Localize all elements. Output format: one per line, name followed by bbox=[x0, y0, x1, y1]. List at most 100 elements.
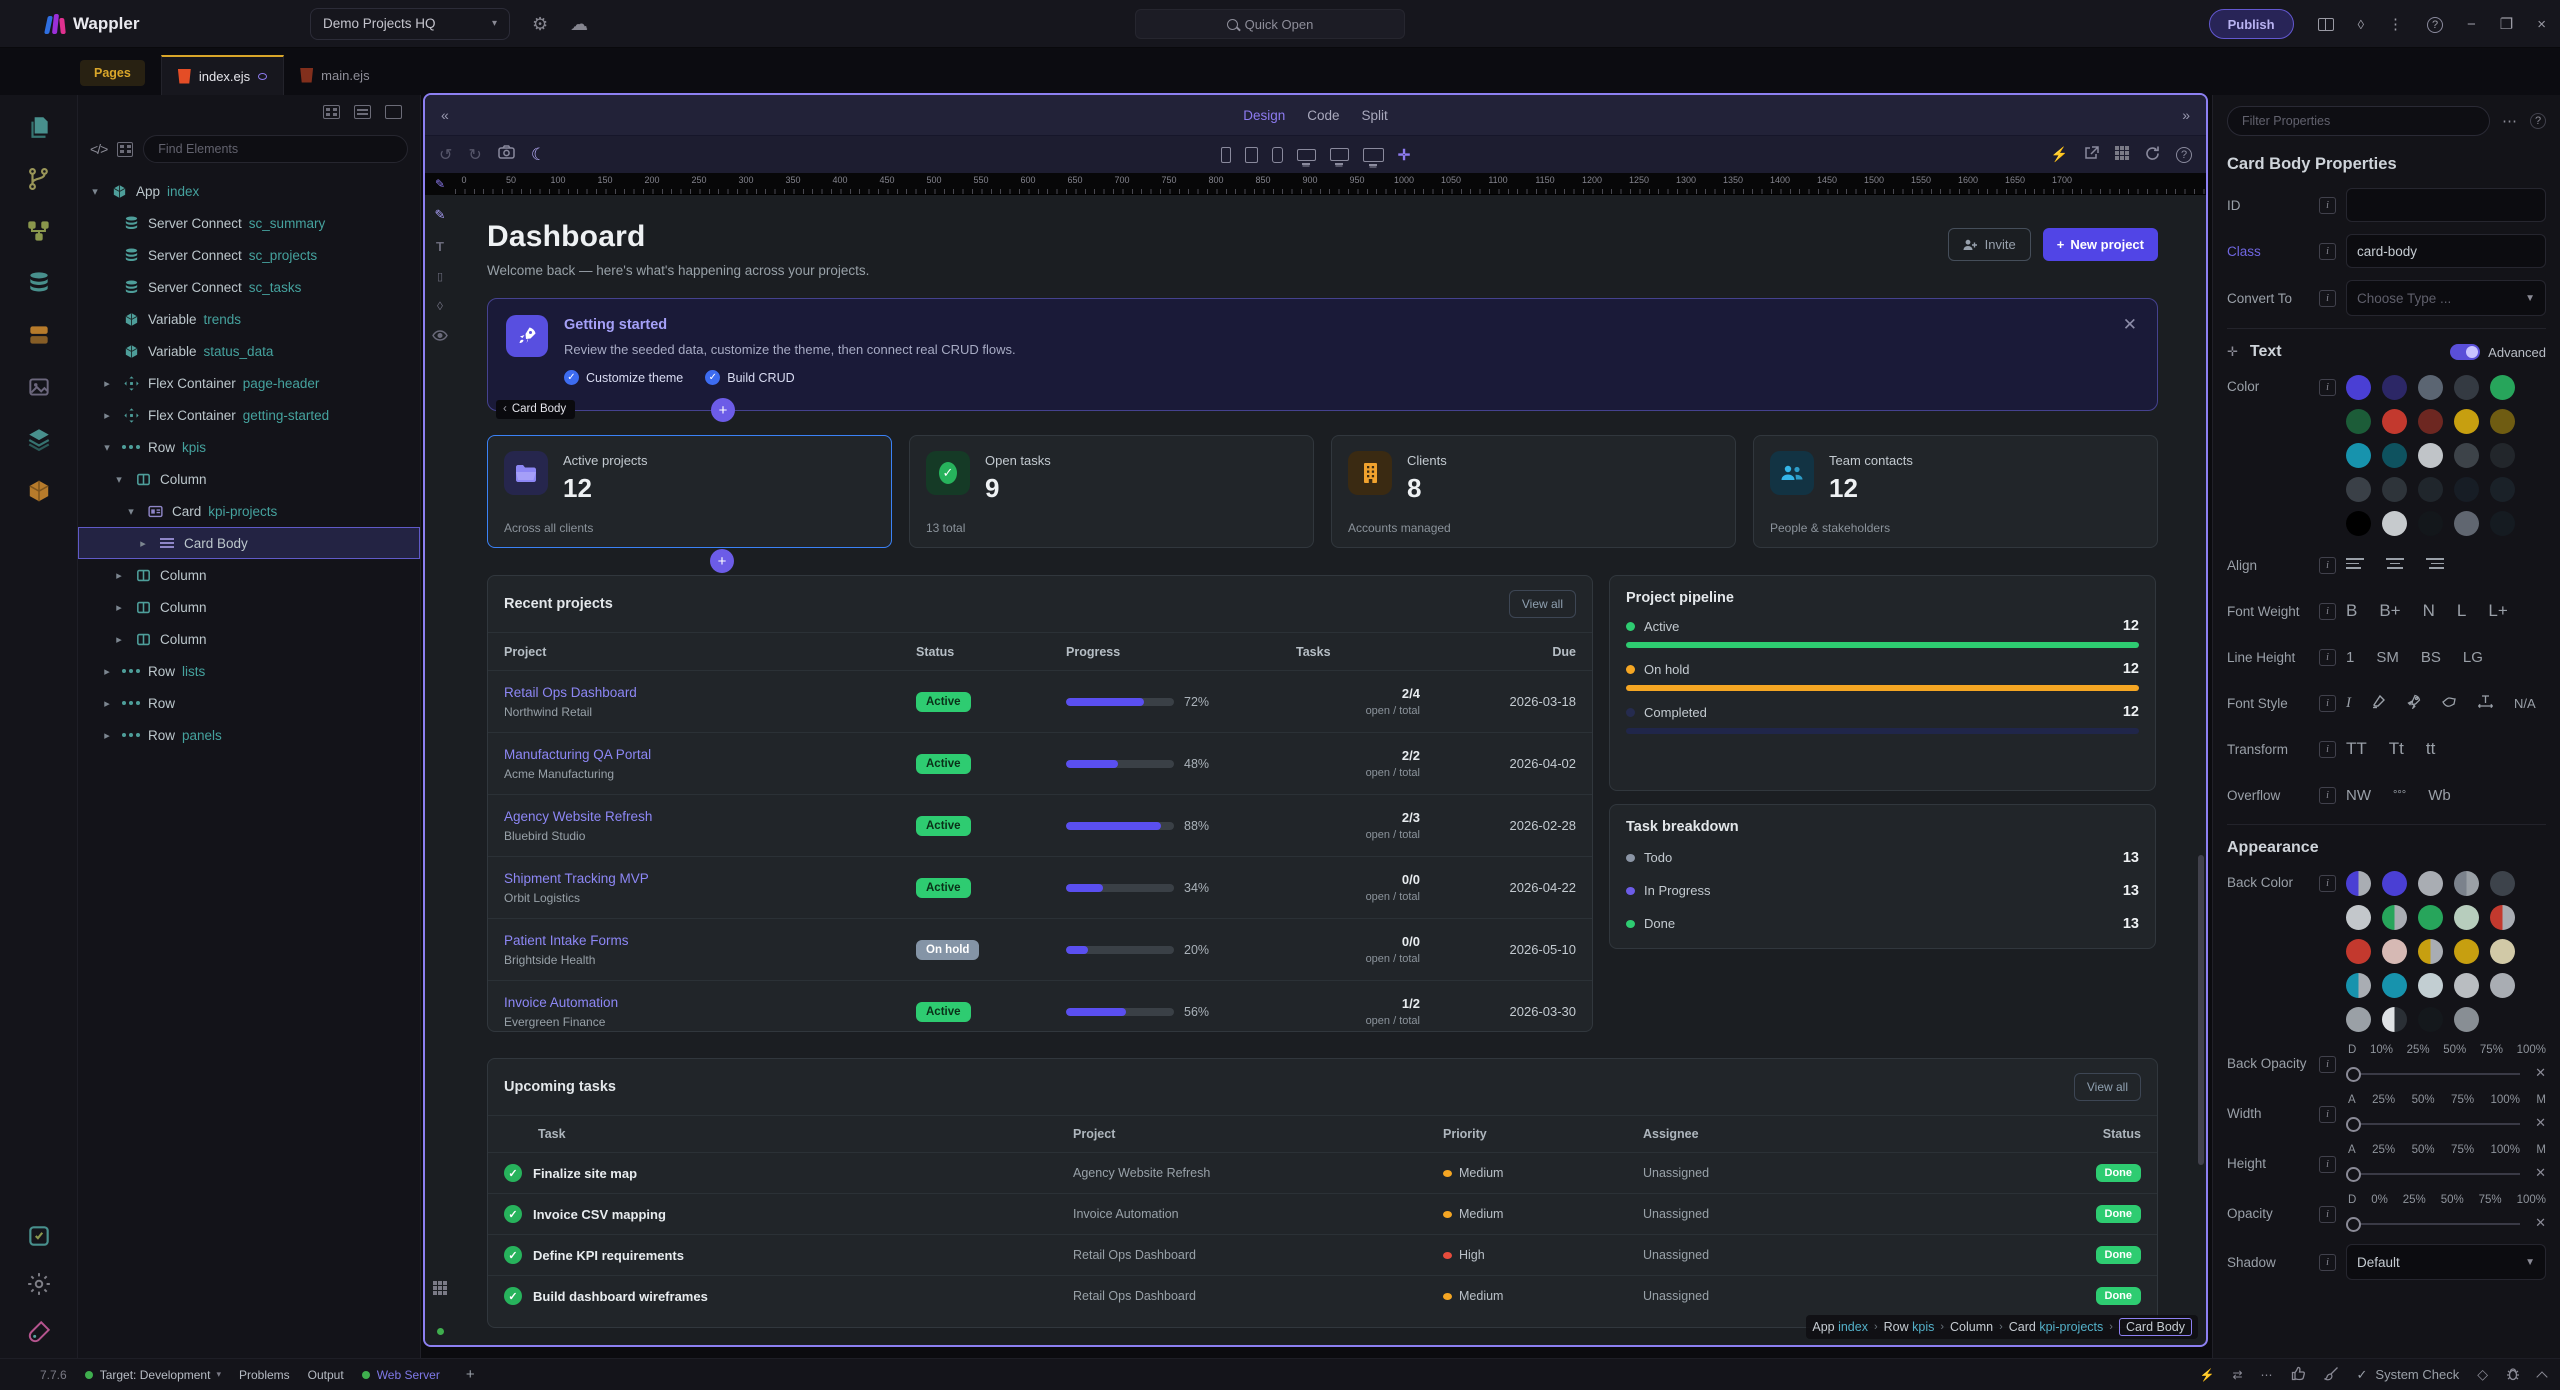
back-color-swatch[interactable] bbox=[2418, 871, 2443, 896]
tree-item-column[interactable]: ▾Column bbox=[78, 463, 420, 495]
tree-item-row-panels[interactable]: ▸Rowpanels bbox=[78, 719, 420, 751]
problems-button[interactable]: Problems bbox=[239, 1368, 290, 1382]
tree-item-column[interactable]: ▸Column bbox=[78, 623, 420, 655]
cloud-sync-icon[interactable]: ☁ bbox=[570, 15, 588, 33]
back-color-swatch[interactable] bbox=[2346, 871, 2371, 896]
slider-knob[interactable] bbox=[2346, 1117, 2361, 1132]
expand-arrow-icon[interactable]: ▸ bbox=[100, 377, 114, 390]
theme-droplet-icon[interactable]: ◊ bbox=[2358, 17, 2364, 32]
expand-arrow-icon[interactable]: ▸ bbox=[112, 633, 126, 646]
new-project-button[interactable]: +New project bbox=[2043, 228, 2158, 261]
color-swatch[interactable] bbox=[2382, 443, 2407, 468]
panel-menu-icon[interactable]: ⋯ bbox=[2502, 112, 2518, 130]
align-right-icon[interactable] bbox=[2426, 558, 2444, 572]
back-color-swatch[interactable] bbox=[2454, 871, 2479, 896]
server-icon[interactable] bbox=[25, 321, 53, 349]
ruler-edit-icon[interactable]: ✎ bbox=[425, 173, 455, 195]
overflow-option-nw[interactable]: NW bbox=[2346, 787, 2371, 804]
pages-icon[interactable] bbox=[25, 113, 53, 141]
hand-icon[interactable] bbox=[2441, 694, 2457, 712]
tree-item-card-body[interactable]: ▸Card Body bbox=[78, 527, 420, 559]
tree-item-flex-container-page-header[interactable]: ▸Flex Containerpage-header bbox=[78, 367, 420, 399]
back-color-swatch[interactable] bbox=[2454, 973, 2479, 998]
thumbs-up-icon[interactable] bbox=[2291, 1366, 2306, 1384]
project-link[interactable]: Patient Intake Forms bbox=[504, 933, 916, 948]
back-color-swatch[interactable] bbox=[2346, 1007, 2371, 1032]
publish-button[interactable]: Publish bbox=[2209, 9, 2294, 39]
rocket-style-icon[interactable] bbox=[2406, 694, 2421, 713]
kpi-card-open-tasks[interactable]: ✓Open tasks913 total bbox=[909, 435, 1314, 548]
kpi-card-clients[interactable]: Clients8Accounts managed bbox=[1331, 435, 1736, 548]
slider-mark[interactable]: 100% bbox=[2517, 1194, 2546, 1206]
font-weight-option-l[interactable]: L bbox=[2457, 601, 2466, 620]
recent-view-all-button[interactable]: View all bbox=[1509, 590, 1576, 618]
drag-handle-icon[interactable]: ✛ bbox=[2227, 344, 2238, 360]
upcoming-view-all-button[interactable]: View all bbox=[2074, 1073, 2141, 1101]
chevron-up-icon[interactable] bbox=[2536, 1371, 2547, 1382]
invite-button[interactable]: Invite bbox=[1948, 228, 2031, 261]
expand-arrow-icon[interactable]: ▸ bbox=[100, 729, 114, 742]
slider-mark[interactable]: D bbox=[2348, 1194, 2356, 1206]
expand-arrow-icon[interactable]: ▸ bbox=[112, 601, 126, 614]
slider-mark[interactable]: 100% bbox=[2491, 1144, 2520, 1156]
breadcrumb-card-kpi-projects[interactable]: Card kpi-projects bbox=[2009, 1320, 2103, 1334]
shadow-select[interactable]: Default▼ bbox=[2346, 1244, 2546, 1280]
back-color-swatch[interactable] bbox=[2454, 939, 2479, 964]
components-icon[interactable] bbox=[117, 142, 133, 157]
snippets-icon[interactable] bbox=[25, 1222, 53, 1250]
convert-to-select[interactable]: Choose Type ...▼ bbox=[2346, 280, 2546, 316]
color-swatch[interactable] bbox=[2418, 511, 2443, 536]
back-color-swatch[interactable] bbox=[2454, 1007, 2479, 1032]
color-swatch[interactable] bbox=[2490, 511, 2515, 536]
measure-tool-icon[interactable]: ▯ bbox=[437, 270, 443, 283]
quick-open-button[interactable]: Quick Open bbox=[1135, 9, 1405, 39]
color-swatch[interactable] bbox=[2454, 477, 2479, 502]
text-width-icon[interactable] bbox=[2477, 695, 2494, 712]
tree-item-app-index[interactable]: ▾Appindex bbox=[78, 175, 420, 207]
expand-arrow-icon[interactable]: ▸ bbox=[100, 697, 114, 710]
output-button[interactable]: Output bbox=[308, 1368, 344, 1382]
tree-item-row[interactable]: ▸Row bbox=[78, 687, 420, 719]
color-swatch[interactable] bbox=[2346, 477, 2371, 502]
gear-icon[interactable]: ⚙ bbox=[532, 15, 548, 33]
transform-option-tt[interactable]: tt bbox=[2426, 739, 2435, 758]
line-height-option-bs[interactable]: BS bbox=[2421, 649, 2441, 666]
color-swatch[interactable] bbox=[2490, 477, 2515, 502]
class-input[interactable] bbox=[2346, 234, 2546, 268]
back-color-swatch[interactable] bbox=[2382, 1007, 2407, 1032]
color-swatch[interactable] bbox=[2454, 409, 2479, 434]
file-tab-main-ejs[interactable]: main.ejs bbox=[284, 55, 385, 95]
back-color-swatch[interactable] bbox=[2490, 905, 2515, 930]
device-monitor-icon[interactable] bbox=[1363, 148, 1384, 162]
view-mode-design[interactable]: Design bbox=[1243, 108, 1285, 123]
responsive-resize-icon[interactable]: ✛ bbox=[1398, 146, 1411, 164]
slider-mark[interactable]: 25% bbox=[2372, 1144, 2395, 1156]
slider-mark[interactable]: 75% bbox=[2480, 1044, 2503, 1056]
view-mode-split[interactable]: Split bbox=[1362, 108, 1388, 123]
color-swatch[interactable] bbox=[2454, 443, 2479, 468]
slider-clear-icon[interactable]: ✕ bbox=[2535, 1215, 2546, 1231]
back-color-swatch[interactable] bbox=[2418, 939, 2443, 964]
window-close-button[interactable]: × bbox=[2537, 16, 2546, 33]
align-center-icon[interactable] bbox=[2386, 558, 2404, 572]
transform-option-tt[interactable]: TT bbox=[2346, 739, 2367, 758]
back-color-swatch[interactable] bbox=[2382, 939, 2407, 964]
web-server-button[interactable]: Web Server bbox=[362, 1368, 440, 1382]
add-panel-icon[interactable]: + bbox=[466, 1366, 475, 1383]
breadcrumb-column[interactable]: Column bbox=[1950, 1320, 1993, 1334]
tree-view-icon[interactable] bbox=[385, 105, 402, 119]
kebab-menu-icon[interactable]: ⋮ bbox=[2388, 15, 2403, 33]
color-swatch[interactable] bbox=[2382, 409, 2407, 434]
color-swatch[interactable] bbox=[2346, 443, 2371, 468]
flows-icon[interactable] bbox=[25, 217, 53, 245]
back-color-swatch[interactable] bbox=[2418, 905, 2443, 930]
insert-element-button-2[interactable]: + bbox=[710, 549, 734, 573]
layers-icon[interactable] bbox=[25, 425, 53, 453]
color-swatch[interactable] bbox=[2490, 443, 2515, 468]
style-tool-icon[interactable]: ◊ bbox=[437, 299, 443, 313]
breadcrumb-row-kpis[interactable]: Row kpis bbox=[1884, 1320, 1935, 1334]
project-link[interactable]: Agency Website Refresh bbox=[504, 809, 916, 824]
breadcrumb-app-index[interactable]: App index bbox=[1812, 1320, 1868, 1334]
slider-mark[interactable]: M bbox=[2536, 1144, 2546, 1156]
window-restore-button[interactable]: ❐ bbox=[2500, 15, 2513, 33]
